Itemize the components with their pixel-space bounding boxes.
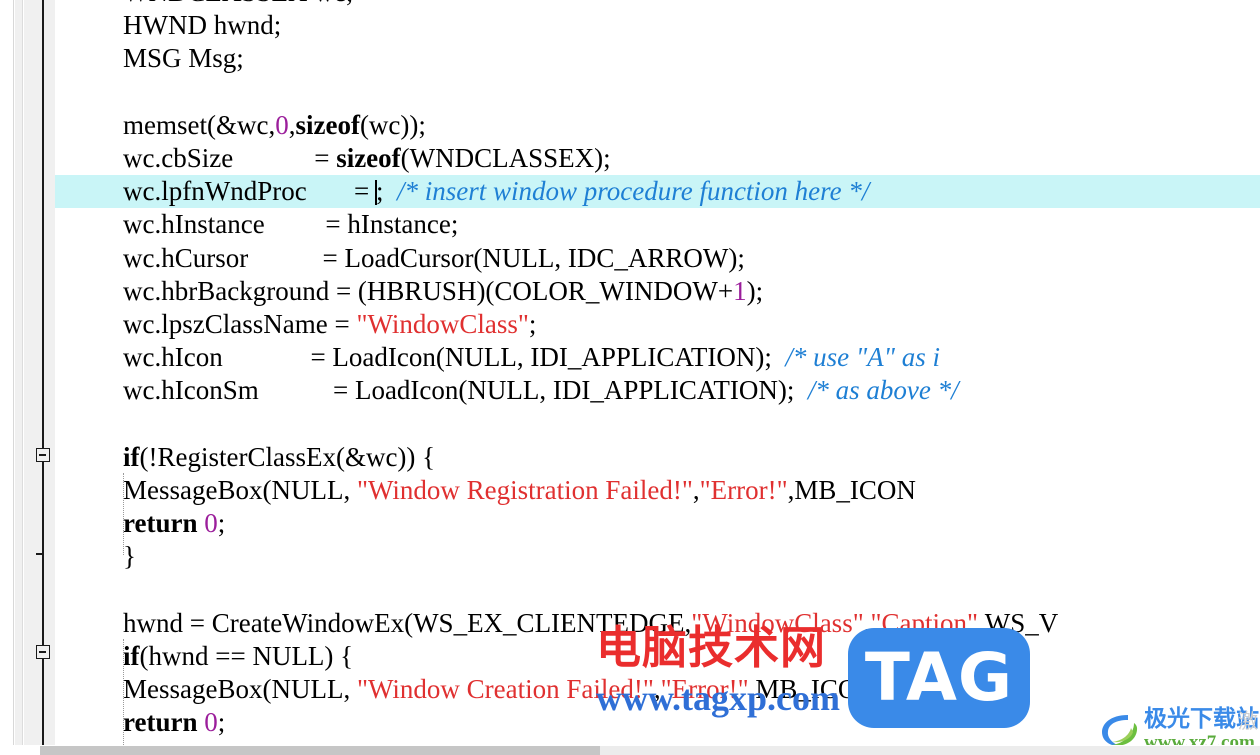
- code-token-pl: memset(&wc,: [123, 109, 276, 140]
- code-token-kw: if: [123, 641, 140, 671]
- code-token-pl: WNDCLASSEX wc;: [123, 0, 353, 7]
- code-line[interactable]: if(!RegisterClassEx(&wc)) {: [55, 441, 1260, 474]
- code-token-pl: ,: [692, 475, 700, 505]
- code-editor-window: WNDCLASSEX wc; HWND hwnd;MSG Msg; memset(&…: [0, 0, 1260, 755]
- code-line[interactable]: return 0;: [55, 706, 1260, 739]
- code-token-pl: (wc));: [359, 109, 426, 140]
- code-line[interactable]: MSG Msg;: [55, 42, 1260, 75]
- code-token-pl: (!RegisterClassEx(&wc)) {: [139, 441, 436, 472]
- code-token-num: 0: [204, 707, 218, 738]
- code-line[interactable]: wc.hInstance = hInstance;: [55, 208, 1260, 241]
- code-line-active[interactable]: wc.lpfnWndProc = ; /* insert window proc…: [55, 175, 1260, 209]
- code-token-pl: ;: [217, 707, 226, 738]
- code-token-pl: (WNDCLASSEX);: [400, 143, 611, 173]
- code-token-pl: hwnd = CreateWindowEx(WS_EX_CLIENTEDGE,: [123, 607, 692, 638]
- code-line[interactable]: memset(&wc,0,sizeof(wc));: [55, 109, 1260, 142]
- code-line[interactable]: [55, 574, 1260, 607]
- fold-collapse-icon[interactable]: [36, 645, 50, 659]
- code-token-pl: ,MB_ICON: [787, 475, 916, 505]
- code-token-pl: (hwnd == NULL) {: [139, 641, 354, 671]
- code-line[interactable]: WNDCLASSEX wc;: [55, 0, 1260, 9]
- code-token-pl: }: [123, 541, 136, 572]
- gutter-outer-margin: [0, 0, 14, 745]
- fold-collapse-icon[interactable]: [36, 448, 50, 462]
- code-line[interactable]: wc.hbrBackground = (HBRUSH)(COLOR_WINDOW…: [55, 275, 1260, 308]
- code-token-kw: sizeof: [295, 109, 360, 140]
- code-token-pl: wc.hIconSm = LoadIcon(NULL, IDI_APPLICAT…: [123, 375, 808, 406]
- code-token-pl: ;: [375, 176, 397, 207]
- code-token-str: "Caption": [870, 607, 979, 638]
- code-token-str: "Window Creation Failed!": [356, 674, 654, 705]
- code-token-num: 0: [204, 508, 218, 539]
- code-line[interactable]: return 0;: [55, 507, 1260, 540]
- code-line[interactable]: MessageBox(NULL, "Window Creation Failed…: [55, 673, 1260, 706]
- code-token-pl: );: [746, 275, 764, 306]
- code-line[interactable]: [55, 76, 1260, 109]
- code-token-pl: ,WS_V: [978, 607, 1059, 638]
- code-line[interactable]: wc.hIconSm = LoadIcon(NULL, IDI_APPLICAT…: [55, 374, 1260, 407]
- code-token-pl: HWND hwnd;: [123, 10, 282, 41]
- code-token-pl: wc.hIcon = LoadIcon(NULL, IDI_APPLICATIO…: [123, 342, 786, 373]
- code-token-pl: MessageBox(NULL,: [123, 475, 357, 505]
- code-token-pl: MSG Msg;: [123, 43, 244, 74]
- code-line[interactable]: wc.hIcon = LoadIcon(NULL, IDI_APPLICATIO…: [55, 341, 1260, 374]
- code-token-pl: wc.hInstance = hInstance;: [123, 209, 459, 240]
- code-line[interactable]: wc.hCursor = LoadCursor(NULL, IDC_ARROW)…: [55, 242, 1260, 275]
- code-line[interactable]: MessageBox(NULL, "Window Registration Fa…: [55, 474, 1260, 507]
- indent-guide: [123, 473, 124, 555]
- horizontal-scrollbar[interactable]: [0, 745, 1260, 755]
- fold-markers-container: [24, 0, 55, 745]
- code-token-str: "WindowClass": [356, 309, 529, 339]
- code-token-num: 0: [275, 109, 289, 140]
- fold-end-tick: [36, 553, 44, 555]
- code-token-num: 1: [733, 275, 747, 306]
- code-text-area[interactable]: WNDCLASSEX wc; HWND hwnd;MSG Msg; memset(&…: [55, 0, 1260, 745]
- code-token-cmt: /* as above */: [807, 375, 959, 406]
- code-line[interactable]: }: [55, 540, 1260, 573]
- horizontal-scrollbar-thumb[interactable]: [40, 746, 600, 755]
- code-line[interactable]: wc.lpszClassName = "WindowClass";: [55, 308, 1260, 341]
- code-token-kw: return: [123, 508, 198, 539]
- code-line[interactable]: HWND hwnd;: [55, 9, 1260, 42]
- code-line[interactable]: hwnd = CreateWindowEx(WS_EX_CLIENTEDGE,"…: [55, 607, 1260, 640]
- code-line[interactable]: if(hwnd == NULL) {: [55, 640, 1260, 673]
- code-line[interactable]: wc.cbSize = sizeof(WNDCLASSEX);: [55, 142, 1260, 175]
- code-token-pl: ;: [528, 309, 537, 339]
- code-token-kw: if: [123, 441, 140, 472]
- code-line[interactable]: [55, 408, 1260, 441]
- code-token-str: "Error!": [660, 674, 749, 705]
- code-token-str: "Error!": [699, 475, 788, 505]
- gutter-bookmark-column[interactable]: [15, 0, 23, 745]
- indent-guide: [123, 639, 124, 745]
- code-token-pl: ,MB_ICONEXCL: [748, 674, 948, 705]
- code-token-pl: wc.hCursor = LoadCursor(NULL, IDC_ARROW)…: [123, 242, 745, 273]
- fold-guide-line: [42, 0, 44, 745]
- code-token-pl: ;: [217, 508, 226, 539]
- code-token-str: "Window Registration Failed!": [356, 475, 693, 505]
- code-token-pl: ,: [653, 674, 661, 705]
- code-token-pl: MessageBox(NULL,: [123, 674, 357, 705]
- code-token-kw: return: [123, 707, 198, 738]
- code-token-cmt: /* insert window procedure function here…: [396, 176, 870, 207]
- code-token-pl: wc.hbrBackground = (HBRUSH)(COLOR_WINDOW…: [123, 275, 734, 306]
- code-token-kw: sizeof: [336, 143, 401, 173]
- code-token-pl: wc.lpfnWndProc =: [123, 176, 376, 207]
- code-token-pl: wc.lpszClassName =: [123, 309, 357, 339]
- code-token-cmt: /* use "A" as i: [785, 342, 941, 373]
- code-token-pl: wc.cbSize =: [123, 143, 337, 173]
- code-token-str: "WindowClass": [691, 607, 864, 638]
